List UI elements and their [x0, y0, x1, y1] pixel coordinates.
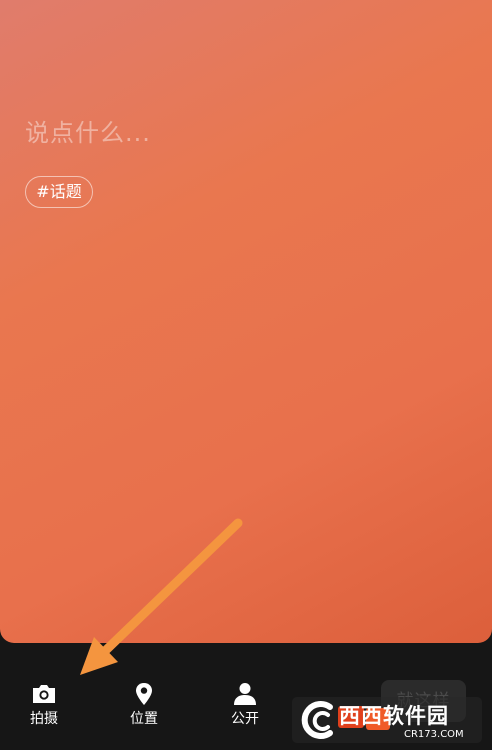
topic-chip-button[interactable]: #话题: [25, 176, 93, 208]
post-text-input[interactable]: 说点什么...: [25, 113, 325, 153]
location-pin-icon: [136, 683, 152, 705]
watermark-brand: 西西软件园: [339, 704, 449, 728]
watermark-site: CR173.COM: [404, 729, 464, 740]
camera-icon: [33, 685, 55, 703]
toolbar-item-visibility[interactable]: 公开: [215, 682, 275, 732]
toolbar-item-visibility-label: 公开: [231, 711, 259, 727]
toolbar-item-camera[interactable]: 拍摄: [14, 682, 74, 732]
person-icon: [234, 683, 256, 705]
compose-card[interactable]: 说点什么... #话题: [0, 0, 492, 643]
post-compose-screen: 说点什么... #话题 拍摄 位置 公开 就这样: [0, 0, 492, 750]
toolbar-item-location[interactable]: 位置: [114, 682, 174, 732]
toolbar-item-location-label: 位置: [130, 711, 158, 727]
toolbar-item-camera-label: 拍摄: [30, 711, 58, 727]
